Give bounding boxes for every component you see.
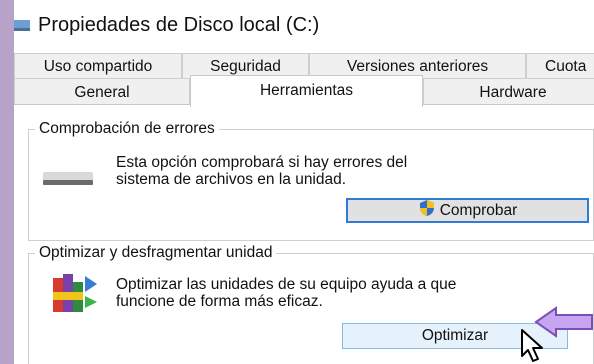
tab-cuota[interactable]: Cuota — [526, 53, 594, 79]
mouse-cursor-icon — [520, 328, 546, 364]
optimize-button-label: Optimizar — [421, 327, 489, 344]
check-button-label: Comprobar — [439, 201, 518, 219]
tab-strip: Uso compartido Seguridad Versiones anter… — [14, 53, 594, 107]
error-check-group: Comprobación de errores Esta opción comp… — [28, 120, 594, 241]
window-title: Propiedades de Disco local (C:) — [38, 14, 320, 36]
error-check-heading: Comprobación de errores — [35, 120, 219, 138]
optimize-group: Optimizar y desfragmentar unidad Optimiz… — [28, 244, 594, 364]
tab-uso-compartido[interactable]: Uso compartido — [14, 53, 182, 79]
tab-general[interactable]: General — [14, 78, 190, 105]
shield-icon — [418, 199, 436, 222]
error-check-line-1: Esta opción comprobará si hay errores de… — [116, 154, 408, 171]
drive-window-icon — [14, 16, 32, 39]
optimize-line-2: funcione de forma más eficaz. — [116, 293, 323, 310]
optimize-line-1: Optimizar las unidades de su equipo ayud… — [116, 276, 457, 293]
error-check-description: Esta opción comprobará si hay errores de… — [116, 154, 407, 188]
tools-panel: Comprobación de errores Esta opción comp… — [14, 104, 594, 364]
title-bar: Propiedades de Disco local (C:) — [14, 0, 594, 50]
defrag-icon — [51, 270, 99, 319]
tab-hardware[interactable]: Hardware — [423, 78, 594, 105]
check-button[interactable]: Comprobar — [346, 198, 589, 223]
properties-window: Propiedades de Disco local (C:) Uso comp… — [14, 0, 594, 364]
optimize-heading: Optimizar y desfragmentar unidad — [35, 244, 277, 262]
tab-herramientas[interactable]: Herramientas — [190, 75, 423, 107]
error-check-line-2: sistema de archivos en la unidad. — [116, 171, 347, 188]
optimize-description: Optimizar las unidades de su equipo ayud… — [116, 276, 456, 310]
drive-icon — [43, 170, 93, 191]
